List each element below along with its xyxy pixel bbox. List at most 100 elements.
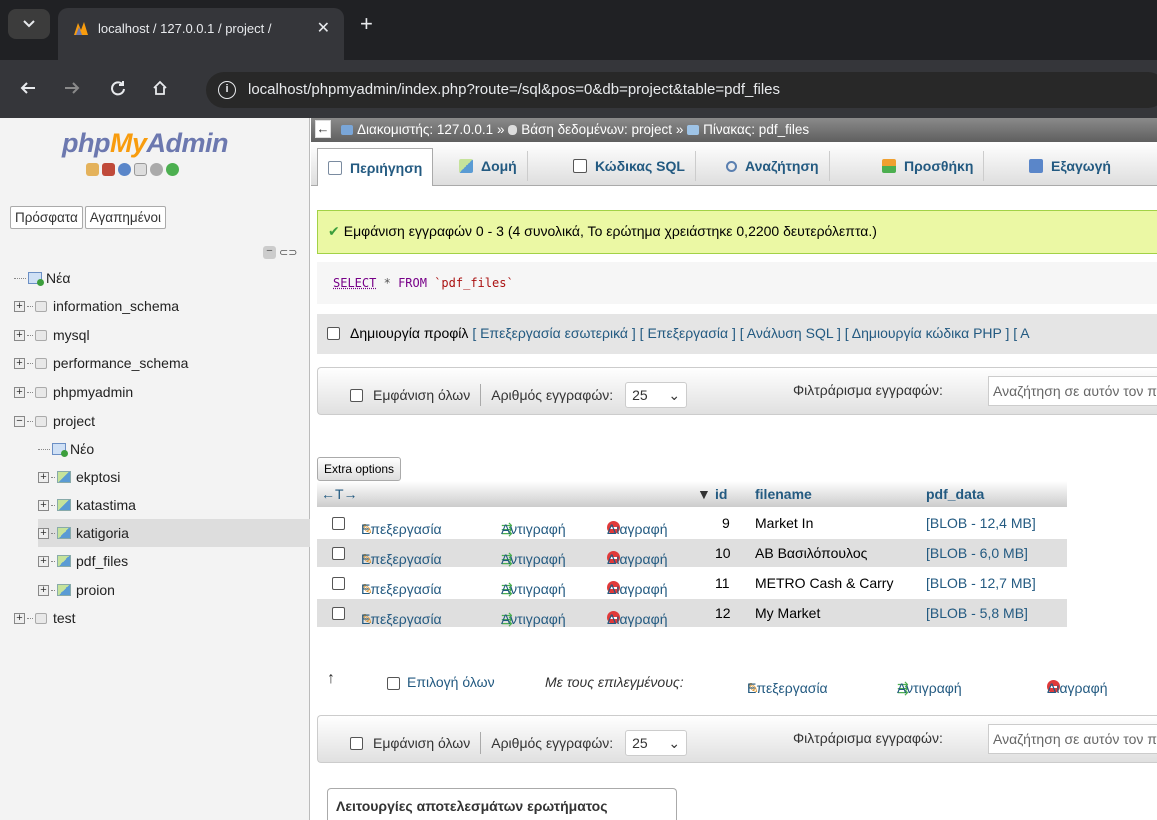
show-all-label: Εμφάνιση όλων	[373, 735, 471, 751]
tab-sql[interactable]: Κώδικας SQL	[563, 151, 696, 181]
table-row: ✎ Επεξεργασία ⇶ Αντιγραφή Διαγραφή 9 Mar…	[317, 509, 1067, 538]
row-count-select[interactable]: 25 ⌄	[625, 730, 688, 756]
browser-tab[interactable]: localhost / 127.0.0.1 / project / ✕	[58, 8, 344, 60]
home-icon[interactable]	[86, 163, 99, 176]
table-tabs: Περιήγηση Δομή Κώδικας SQL Αναζήτηση Προ…	[311, 142, 1157, 186]
filter-search-input[interactable]: Αναζήτηση σε αυτόν τον πίνακα	[988, 376, 1157, 406]
table-icon	[687, 125, 700, 135]
database-icon	[35, 357, 47, 369]
back-arrow-icon[interactable]	[20, 80, 36, 96]
tab-insert[interactable]: Προσθήκη	[872, 151, 985, 181]
url-text[interactable]: localhost/phpmyadmin/index.php?route=/sq…	[248, 81, 780, 98]
row-checkbox[interactable]	[332, 577, 345, 590]
sql-icon	[573, 159, 587, 173]
table-icon	[57, 555, 71, 567]
reload-icon[interactable]	[110, 80, 126, 96]
recent-tab[interactable]: Πρόσφατα	[10, 206, 83, 229]
tree-db-performance-schema[interactable]: + performance_schema	[14, 349, 188, 377]
navigation-panel: phpMyAdmin Πρόσφατα Αγαπημένοι − ⊂⊃ Νέα …	[0, 118, 336, 820]
docs-icon[interactable]	[134, 163, 147, 176]
with-selected-label: Με τους επιλεγμένους:	[545, 674, 684, 690]
tree-table-ekptosi[interactable]: + ekptosi	[38, 463, 120, 491]
sort-arrow-icon[interactable]: ▼	[697, 486, 711, 502]
row-checkbox[interactable]	[332, 517, 345, 530]
expand-icon: +	[38, 527, 49, 539]
close-tab-icon[interactable]: ✕	[317, 18, 330, 38]
extra-options-button[interactable]: Extra options	[317, 457, 402, 481]
column-header-filename[interactable]: filename	[755, 486, 812, 502]
tree-new-database[interactable]: Νέα	[14, 264, 70, 292]
table-icon	[57, 471, 71, 483]
tab-structure[interactable]: Δομή	[449, 151, 528, 181]
tree-controls: − ⊂⊃	[263, 246, 297, 259]
filter-search-input[interactable]: Αναζήτηση σε αυτόν τον πίνακα	[988, 724, 1157, 754]
reload-icon[interactable]	[166, 163, 179, 176]
sql-action-links[interactable]: [ Επεξεργασία εσωτερικά ] [ Επεξεργασία …	[472, 325, 1029, 341]
select-all-checkbox[interactable]	[387, 677, 400, 690]
collapse-all-icon[interactable]: −	[263, 246, 276, 259]
tab-export[interactable]: Εξαγωγή	[1019, 151, 1121, 181]
home-icon[interactable]	[152, 80, 168, 96]
row-count-select[interactable]: 25 ⌄	[625, 382, 688, 408]
database-icon	[35, 329, 47, 341]
tree-table-proion[interactable]: + proion	[38, 576, 115, 604]
column-header-id[interactable]: id	[715, 486, 727, 502]
address-bar[interactable]: i localhost/phpmyadmin/index.php?route=/…	[206, 72, 1157, 108]
gear-icon[interactable]	[150, 163, 163, 176]
tree-db-information-schema[interactable]: + information_schema	[14, 292, 179, 320]
breadcrumb-server[interactable]: Διακομιστής: 127.0.0.1	[357, 122, 493, 137]
structure-icon	[459, 159, 473, 173]
tab-browse[interactable]: Περιήγηση	[317, 148, 434, 186]
tree-db-mysql[interactable]: + mysql	[14, 321, 90, 349]
cell-pdf-data[interactable]: [BLOB - 12,4 MB]	[926, 515, 1036, 531]
profiling-label: Δημιουργία προφίλ	[350, 325, 469, 341]
operations-title: Λειτουργίες αποτελεσμάτων ερωτήματος	[336, 798, 608, 814]
chevron-down-icon: ⌄	[668, 386, 681, 403]
cell-filename: My Market	[755, 605, 821, 621]
navigation-controls-top: Εμφάνιση όλων Αριθμός εγγραφών: 25 ⌄ Φιλτρά…	[317, 367, 1157, 415]
tree-table-pdf-files[interactable]: + pdf_files	[38, 547, 128, 575]
phpmyadmin-logo[interactable]: phpMyAdmin	[62, 128, 228, 159]
logout-icon[interactable]	[102, 163, 115, 176]
tree-project-new-table[interactable]: Νέο	[38, 435, 94, 463]
cell-pdf-data[interactable]: [BLOB - 5,8 MB]	[926, 605, 1028, 621]
row-checkbox[interactable]	[332, 547, 345, 560]
tab-search-button[interactable]	[8, 9, 50, 39]
tree-db-phpmyadmin[interactable]: + phpmyadmin	[14, 378, 133, 406]
forward-arrow-icon[interactable]	[64, 80, 80, 96]
tree-db-project[interactable]: − project	[14, 407, 95, 435]
cell-pdf-data[interactable]: [BLOB - 6,0 MB]	[926, 545, 1028, 561]
sql-keyword-select[interactable]: SELECT	[333, 276, 376, 290]
column-move-arrows-icon[interactable]: ←T→	[321, 486, 358, 502]
site-info-icon[interactable]: i	[218, 81, 236, 99]
column-header-pdf-data[interactable]: pdf_data	[926, 486, 984, 502]
recent-favorites-tabs: Πρόσφατα Αγαπημένοι	[10, 206, 166, 229]
favorites-tab[interactable]: Αγαπημένοι	[84, 206, 166, 229]
sql-query-box[interactable]: SELECT * FROM `pdf_files`	[317, 262, 1157, 304]
breadcrumb-table[interactable]: Πίνακας: pdf_files	[703, 122, 809, 137]
arrow-up-left-icon: ↑	[327, 670, 335, 687]
tree-table-katigoria[interactable]: +katigoria◎	[38, 519, 336, 547]
row-checkbox[interactable]	[332, 607, 345, 620]
collapse-panel-arrow-icon[interactable]: ←	[315, 120, 331, 138]
tree-db-test[interactable]: + test	[14, 604, 76, 632]
cell-pdf-data[interactable]: [BLOB - 12,7 MB]	[926, 575, 1036, 591]
new-tab-button[interactable]: +	[360, 13, 373, 35]
tree-table-katastima[interactable]: + katastima	[38, 491, 136, 519]
check-icon: ✔	[328, 223, 340, 239]
breadcrumb-database[interactable]: Βάση δεδομένων: project	[521, 122, 672, 137]
select-all-label[interactable]: Επιλογή όλων	[407, 674, 495, 690]
quick-icons	[86, 163, 179, 176]
show-all-checkbox[interactable]	[350, 736, 363, 750]
show-all-checkbox[interactable]	[350, 388, 363, 402]
expand-icon: +	[38, 499, 49, 511]
link-icon[interactable]: ⊂⊃	[279, 246, 297, 259]
profiling-bar: Δημιουργία προφίλ [ Επεξεργασία εσωτερικ…	[317, 314, 1157, 354]
tab-search[interactable]: Αναζήτηση	[716, 151, 830, 181]
help-icon[interactable]	[118, 163, 131, 176]
phpmyadmin-favicon-icon	[74, 22, 88, 35]
filter-label: Φιλτράρισμα εγγραφών:	[793, 730, 943, 746]
bulk-actions-bar: ↑ Επιλογή όλων Με τους επιλεγμένους: ✎ Ε…	[327, 670, 1108, 696]
profiling-checkbox[interactable]	[327, 326, 340, 340]
expand-icon: +	[38, 584, 49, 596]
